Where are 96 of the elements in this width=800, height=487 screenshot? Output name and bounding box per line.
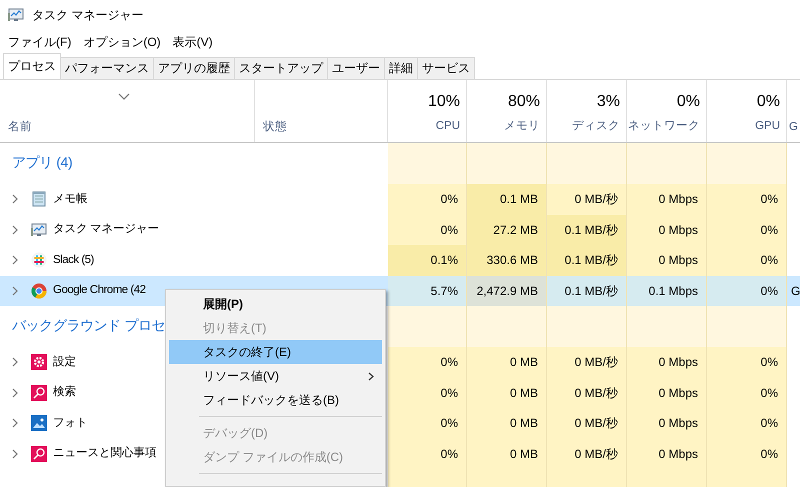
process-name: Slack (5) — [53, 252, 94, 268]
menu-item[interactable]: ファイル(F) — [2, 33, 78, 51]
metric-cell: 0% — [707, 408, 787, 438]
metric-cell: 0.1 Mbps — [627, 276, 707, 306]
metric-cell: 0% — [707, 276, 787, 306]
column-header[interactable]: GPU — [755, 118, 780, 136]
expand-chevron-icon[interactable] — [10, 357, 20, 368]
monitor-chart-icon — [31, 222, 47, 238]
metric-cell: 0.1% — [388, 245, 467, 276]
metric-cell: 0% — [707, 214, 787, 245]
menu-item[interactable]: 表示(V) — [166, 33, 219, 51]
browser-logo-icon — [31, 282, 47, 299]
group-header: バックグラウンド プロセ — [12, 316, 166, 335]
process-name: タスク マネージャー — [53, 222, 160, 238]
metric-cell: 0 MB — [467, 378, 547, 408]
expand-chevron-icon[interactable] — [10, 418, 20, 428]
metric-cell: 0 Mbps — [627, 214, 707, 245]
metric-cell: 0 MB/秒 — [547, 184, 627, 214]
metric-cell: 330.6 MB — [467, 245, 547, 276]
metric-cell: 0 Mbps — [627, 184, 707, 214]
metric-cell: 0 MB/秒 — [547, 438, 627, 469]
window-title: タスク マネージャー — [32, 6, 144, 24]
search-icon — [31, 446, 47, 462]
notepad-icon — [31, 191, 47, 208]
expand-chevron-icon[interactable] — [10, 255, 20, 266]
metric-cell: 0% — [707, 347, 787, 378]
column-header[interactable]: メモリ — [504, 118, 540, 136]
column-summary: 3% — [596, 92, 620, 112]
process-name: メモ帳 — [53, 192, 88, 207]
group-header: アプリ (4) — [12, 153, 72, 172]
process-name: フォト — [53, 416, 88, 431]
gear-icon — [31, 354, 47, 370]
metric-cell: 0% — [707, 184, 787, 214]
menu-item[interactable]: 展開(P) — [169, 292, 382, 316]
tab[interactable]: プロセス — [3, 53, 61, 79]
metric-cell: 0 MB/秒 — [547, 408, 627, 438]
column-header[interactable]: 名前 — [8, 118, 32, 136]
metric-cell: 0.1 MB/秒 — [547, 276, 627, 306]
tab[interactable]: 詳細 — [384, 57, 418, 79]
metric-cell: 0 MB — [467, 438, 547, 469]
metric-cell: 0 MB — [467, 347, 547, 378]
menu-item[interactable]: タスクの終了(E) — [169, 340, 382, 364]
column-header[interactable]: 状態 — [263, 118, 287, 136]
metric-cell: 0% — [388, 408, 467, 438]
metric-cell: 0 MB/秒 — [547, 347, 627, 378]
menu-item[interactable]: オプション(O) — [77, 33, 167, 51]
metric-cell: 0 Mbps — [627, 408, 707, 438]
process-name: ニュースと関心事項 — [53, 445, 156, 462]
menu-item[interactable]: フィードバックを送る(B) — [169, 388, 382, 412]
expand-chevron-icon[interactable] — [10, 286, 20, 296]
expand-chevron-icon[interactable] — [10, 448, 20, 459]
metric-cell: 27.2 MB — [467, 214, 547, 245]
column-summary: 10% — [428, 92, 460, 112]
expand-chevron-icon[interactable] — [10, 224, 20, 235]
metric-cell: 0 Mbps — [627, 438, 707, 469]
tab[interactable]: スタートアップ — [234, 57, 328, 79]
metric-cell: 0.1 MB/秒 — [547, 245, 627, 276]
tab[interactable]: ユーザー — [327, 57, 385, 79]
process-name: 設定 — [53, 354, 76, 370]
process-name: 検索 — [53, 384, 76, 400]
column-header[interactable]: ネットワーク — [628, 118, 700, 136]
menu-item[interactable]: リソース値(V) — [169, 364, 382, 388]
tab[interactable]: アプリの履歴 — [153, 57, 235, 79]
metric-cell: 5.7% — [388, 276, 467, 306]
metric-cell: 2,472.9 MB — [467, 276, 547, 306]
metric-cell: 0% — [707, 438, 787, 469]
metric-cell: 0% — [388, 184, 467, 214]
process-name: Google Chrome (42 — [53, 283, 146, 298]
metric-cell: 0% — [707, 245, 787, 276]
column-summary: 80% — [508, 92, 540, 112]
metric-cell: 0.1 MB — [467, 184, 547, 214]
hash-logo-icon — [31, 252, 47, 268]
metric-cell: 0% — [388, 378, 467, 408]
tab[interactable]: パフォーマンス — [60, 57, 154, 79]
metric-cell: 0 MB — [467, 408, 547, 438]
metric-cell-text: G — [790, 282, 800, 300]
metric-cell: 0.1 MB/秒 — [547, 214, 627, 245]
metric-cell: 0% — [707, 378, 787, 408]
metric-cell: 0 MB/秒 — [547, 378, 627, 408]
column-header[interactable]: G — [789, 118, 798, 136]
metric-cell: 0% — [388, 214, 467, 245]
column-header[interactable]: ディスク — [572, 118, 620, 136]
monitor-chart-icon — [8, 6, 24, 22]
metric-cell: 0 Mbps — [627, 245, 707, 276]
expand-chevron-icon[interactable] — [10, 194, 20, 204]
search-icon — [31, 384, 47, 401]
column-header[interactable]: CPU — [436, 118, 460, 136]
metric-cell: 0 Mbps — [627, 378, 707, 408]
column-summary: 0% — [756, 92, 780, 112]
tab[interactable]: サービス — [417, 57, 475, 79]
expand-chevron-icon[interactable] — [10, 388, 20, 398]
photo-icon — [31, 415, 47, 432]
column-summary: 0% — [676, 92, 700, 112]
metric-cell: 0 Mbps — [627, 347, 707, 378]
metric-cell: 0% — [388, 438, 467, 469]
metric-cell: 0% — [388, 347, 467, 378]
